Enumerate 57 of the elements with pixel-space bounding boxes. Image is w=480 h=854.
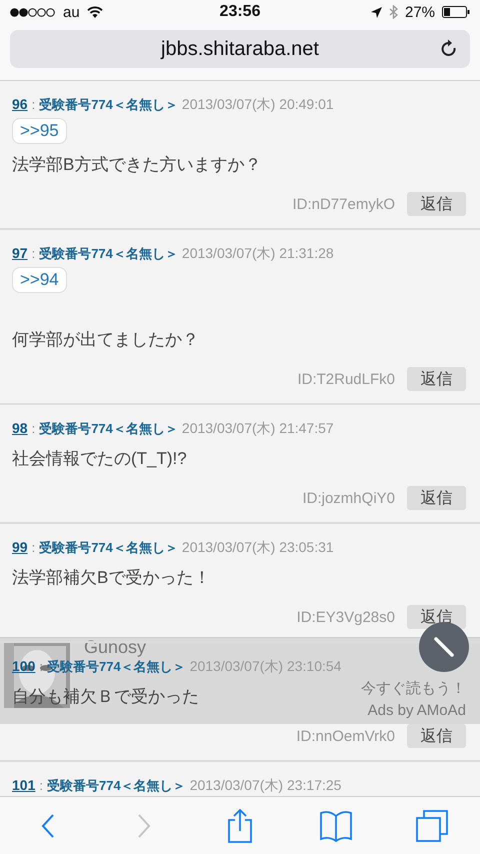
book-icon <box>319 810 353 842</box>
separator: : <box>32 540 36 555</box>
signal-icon <box>10 8 56 16</box>
carrier-label: au <box>63 4 80 20</box>
post-number-link[interactable]: 96 <box>12 96 28 112</box>
post-body: 何学部が出てましたか？ <box>12 329 199 351</box>
poster-id: ID:jozmhQiY0 <box>302 490 395 506</box>
poster-name: 受験番号774＜名無し＞ <box>39 539 178 557</box>
poster-name: 受験番号774＜名無し＞ <box>46 777 186 795</box>
location-icon <box>370 6 382 18</box>
battery-icon <box>442 6 470 18</box>
pencil-icon <box>433 636 455 658</box>
post-body: 社会情報でたの(T_T)!? <box>12 448 187 470</box>
reply-button[interactable]: 返信 <box>407 724 466 748</box>
forward-icon <box>137 812 151 838</box>
post-body: 法学部B方式できた方いますか？ <box>12 154 262 176</box>
reply-button[interactable]: 返信 <box>407 192 466 216</box>
poster-id: ID:EY3Vg28s0 <box>296 608 395 626</box>
post-number-link[interactable]: 99 <box>12 539 28 555</box>
reply-button[interactable]: 返信 <box>407 486 466 510</box>
post-date: 2013/03/07(木) 23:05:31 <box>182 539 334 557</box>
post-number-link[interactable]: 101 <box>12 777 36 793</box>
poster-id: ID:nnOemVrk0 <box>296 728 395 744</box>
reply-button[interactable]: 返信 <box>407 367 466 391</box>
post-body: 法学部補欠Bで受かった！ <box>12 567 210 589</box>
post-date: 2013/03/07(木) 21:31:28 <box>182 245 334 263</box>
address-bar[interactable]: jbbs.shitaraba.net <box>10 30 470 68</box>
post-number-link[interactable]: 100 <box>12 658 36 674</box>
tabs-icon <box>415 808 449 842</box>
post-date: 2013/03/07(木) 20:49:01 <box>182 96 334 114</box>
clock-time: 23:56 <box>220 3 260 21</box>
post-number-link[interactable]: 97 <box>12 245 28 261</box>
separator: : <box>32 97 36 112</box>
battery-percent: 27% <box>404 4 436 20</box>
poster-name: 受験番号774＜名無し＞ <box>39 245 178 263</box>
poster-name: 受験番号774＜名無し＞ <box>46 658 186 676</box>
back-icon <box>41 812 55 838</box>
bluetooth-icon <box>388 5 398 19</box>
poster-id: ID:T2RudLFk0 <box>297 370 395 388</box>
poster-name: 受験番号774＜名無し＞ <box>39 420 178 438</box>
reply-anchor-link[interactable]: >>95 <box>12 118 67 144</box>
post-date: 2013/03/07(木) 21:47:57 <box>182 420 334 438</box>
reload-icon[interactable] <box>440 39 458 59</box>
poster-name: 受験番号774＜名無し＞ <box>39 96 178 114</box>
separator: : <box>32 246 36 261</box>
poster-id: ID:nD77emykO <box>292 196 395 212</box>
reply-anchor-link[interactable]: >>94 <box>12 267 67 293</box>
ad-credit: Ads by AMoAd <box>368 702 466 720</box>
separator: : <box>39 778 43 793</box>
wifi-icon <box>86 6 103 18</box>
post-date: 2013/03/07(木) 23:10:54 <box>190 658 342 676</box>
share-icon <box>227 808 253 842</box>
post-date: 2013/03/07(木) 23:17:25 <box>190 777 342 795</box>
ad-headline: 今すぐ読もう！ <box>361 680 466 698</box>
post-number-link[interactable]: 98 <box>12 420 28 436</box>
separator: : <box>32 421 36 436</box>
separator: : <box>39 659 43 674</box>
